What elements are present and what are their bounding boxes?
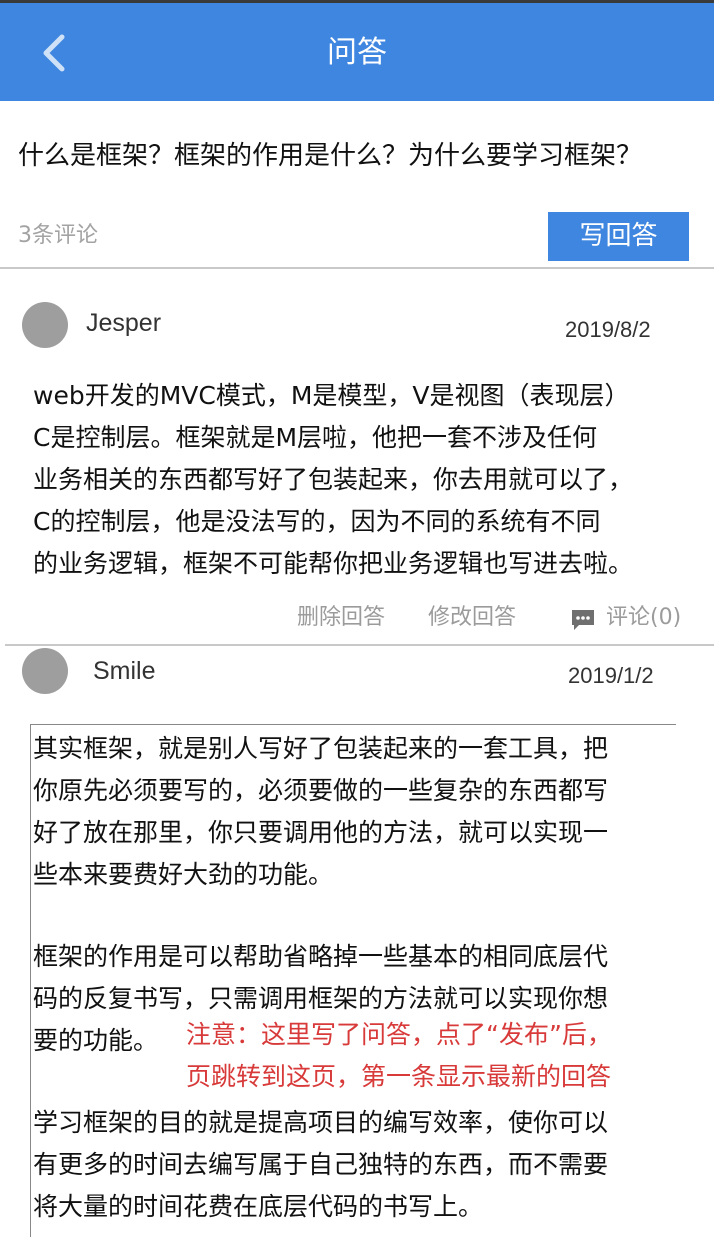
answer-line: C的控制层，他是没法写的，因为不同的系统有不同 [33, 507, 601, 536]
section-divider [0, 267, 714, 269]
avatar[interactable] [22, 302, 68, 348]
answer-line: 业务相关的东西都写好了包装起来，你去用就可以了， [33, 465, 634, 494]
answer-line: 的业务逻辑，框架不可能帮你把业务逻辑也写进去啦。 [33, 549, 634, 578]
answer-paragraph: 其实框架，就是别人写好了包装起来的一套工具，把 你原先必须要写的，必须要做的一些… [33, 728, 683, 896]
question-text: 什么是框架？框架的作用是什么？为什么要学习框架？ [18, 141, 643, 171]
answer-date: 2019/8/2 [565, 317, 651, 342]
write-answer-button[interactable]: 写回答 [548, 212, 689, 261]
delete-answer-button[interactable]: 删除回答 [297, 602, 385, 634]
answer-line: 有更多的时间去编写属于自己独特的东西，而不需要 [33, 1150, 609, 1179]
answer-line: 好了放在那里，你只要调用他的方法，就可以实现一 [33, 818, 609, 847]
avatar[interactable] [22, 648, 68, 694]
answer-line: 将大量的时间花费在底层代码的书写上。 [33, 1192, 484, 1221]
answer-body: 其实框架，就是别人写好了包装起来的一套工具，把 你原先必须要写的，必须要做的一些… [33, 728, 683, 1228]
answer-username[interactable]: Smile [93, 655, 156, 687]
comment-button[interactable]: 评论(0) [606, 602, 681, 634]
answer-paragraph: 学习框架的目的就是提高项目的编写效率，使你可以 有更多的时间去编写属于自己独特的… [33, 1102, 683, 1228]
answer-line: 框架的作用是可以帮助省略掉一些基本的相同底层代 [33, 942, 609, 971]
answer-username[interactable]: Jesper [86, 307, 161, 339]
answer-divider [5, 644, 714, 646]
comment-count: 3条评论 [18, 223, 98, 248]
answer-line: web开发的MVC模式，M是模型，V是视图（表现层） [33, 381, 630, 410]
answer-line: 些本来要费好大劲的功能。 [33, 860, 334, 889]
chat-bubble-icon[interactable] [570, 608, 596, 632]
annotation-note: 注意：这里写了问答，点了“发布”后， 页跳转到这页，第一条显示最新的回答 [186, 1014, 686, 1098]
annotation-line: 注意：这里写了问答，点了“发布”后， [186, 1020, 612, 1049]
answer-body: web开发的MVC模式，M是模型，V是视图（表现层） C是控制层。框架就是M层啦… [33, 375, 713, 585]
answer-date: 2019/1/2 [568, 663, 654, 688]
answer-line: 其实框架，就是别人写好了包装起来的一套工具，把 [33, 734, 609, 763]
answer-line: C是控制层。框架就是M层啦，他把一套不涉及任何 [33, 423, 598, 452]
page-title: 问答 [327, 35, 387, 70]
answer-line: 你原先必须要写的，必须要做的一些复杂的东西都写 [33, 776, 609, 805]
answer-line: 学习框架的目的就是提高项目的编写效率，使你可以 [33, 1108, 609, 1137]
nav-header: 问答 [0, 3, 714, 101]
annotation-line: 页跳转到这页，第一条显示最新的回答 [186, 1062, 612, 1091]
edit-answer-button[interactable]: 修改回答 [428, 602, 516, 634]
